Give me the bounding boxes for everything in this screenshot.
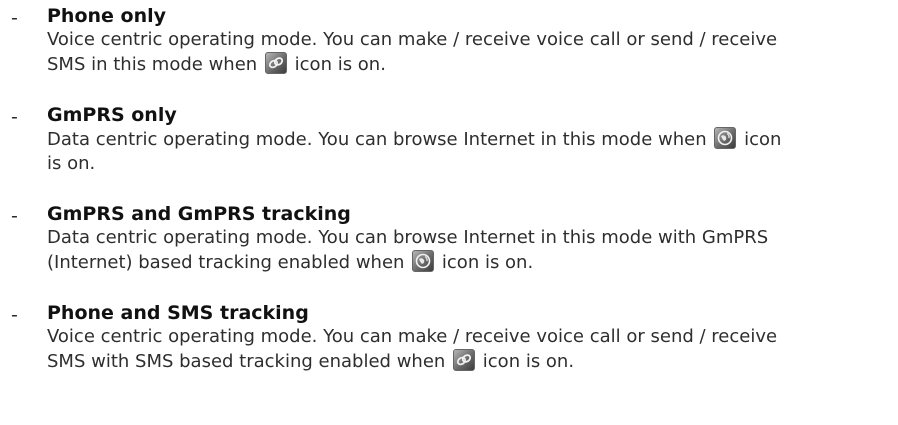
list-item-phone-and-sms-tracking: - Phone and SMS tracking Voice centric o… [0, 301, 898, 374]
operating-mode-list: - Phone only Voice centric operating mod… [0, 4, 898, 374]
description-text: Data centric operating mode. You can bro… [47, 129, 707, 150]
item-description: Data centric operating mode. You can bro… [47, 226, 887, 275]
description-text: (Internet) based tracking enabled when [47, 252, 405, 273]
description-text: SMS with SMS based tracking enabled when [47, 351, 446, 372]
description-line: Voice centric operating mode. You can ma… [47, 326, 778, 347]
bullet-dash: - [11, 304, 18, 326]
item-description: Voice centric operating mode. You can ma… [47, 325, 887, 374]
description-line: is on. [47, 153, 96, 174]
globe-data-icon [714, 127, 737, 149]
description-text: icon is on. [482, 351, 575, 372]
description-text: icon [744, 129, 782, 150]
phone-chain-icon [453, 349, 476, 371]
list-item-gmprs-and-tracking: - GmPRS and GmPRS tracking Data centric … [0, 202, 898, 275]
item-title: Phone only [47, 5, 167, 27]
item-title: GmPRS only [47, 104, 177, 126]
bullet-dash: - [11, 106, 18, 128]
description-text: SMS in this mode when [47, 54, 258, 75]
item-title: GmPRS and GmPRS tracking [47, 203, 351, 225]
description-line: (Internet) based tracking enabled when i… [47, 250, 887, 275]
description-text: icon is on. [441, 252, 534, 273]
list-item-phone-only: - Phone only Voice centric operating mod… [0, 4, 898, 77]
item-description: Voice centric operating mode. You can ma… [47, 28, 887, 77]
description-line: Data centric operating mode. You can bro… [47, 127, 887, 152]
item-description: Data centric operating mode. You can bro… [47, 127, 887, 176]
description-line: Voice centric operating mode. You can ma… [47, 29, 778, 50]
description-line: Data centric operating mode. You can bro… [47, 227, 769, 248]
description-text: icon is on. [294, 54, 386, 75]
bullet-dash: - [11, 205, 18, 227]
bullet-dash: - [11, 7, 18, 29]
description-line: SMS with SMS based tracking enabled when… [47, 349, 887, 374]
list-item-gmprs-only: - GmPRS only Data centric operating mode… [0, 103, 898, 176]
item-title: Phone and SMS tracking [47, 302, 309, 324]
globe-data-icon [412, 250, 435, 272]
phone-chain-icon [264, 52, 287, 74]
description-line: SMS in this mode when icon is on. [47, 52, 887, 77]
